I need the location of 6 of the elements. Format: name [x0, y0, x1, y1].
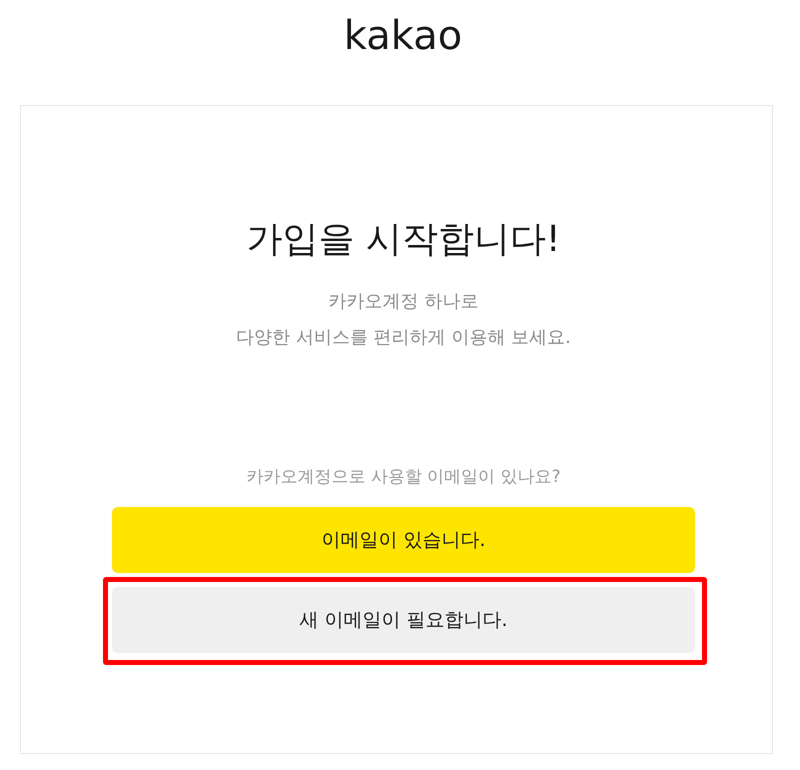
- email-question: 카카오계정으로 사용할 이메일이 있나요?: [246, 466, 561, 489]
- subtitle-text: 카카오계정 하나로 다양한 서비스를 편리하게 이용해 보세요.: [236, 290, 571, 350]
- new-email-button[interactable]: 새 이메일이 필요합니다.: [112, 587, 695, 653]
- page-title: 가입을 시작합니다!: [246, 218, 560, 262]
- have-email-button[interactable]: 이메일이 있습니다.: [112, 507, 695, 573]
- kakao-logo: kakao: [344, 12, 462, 60]
